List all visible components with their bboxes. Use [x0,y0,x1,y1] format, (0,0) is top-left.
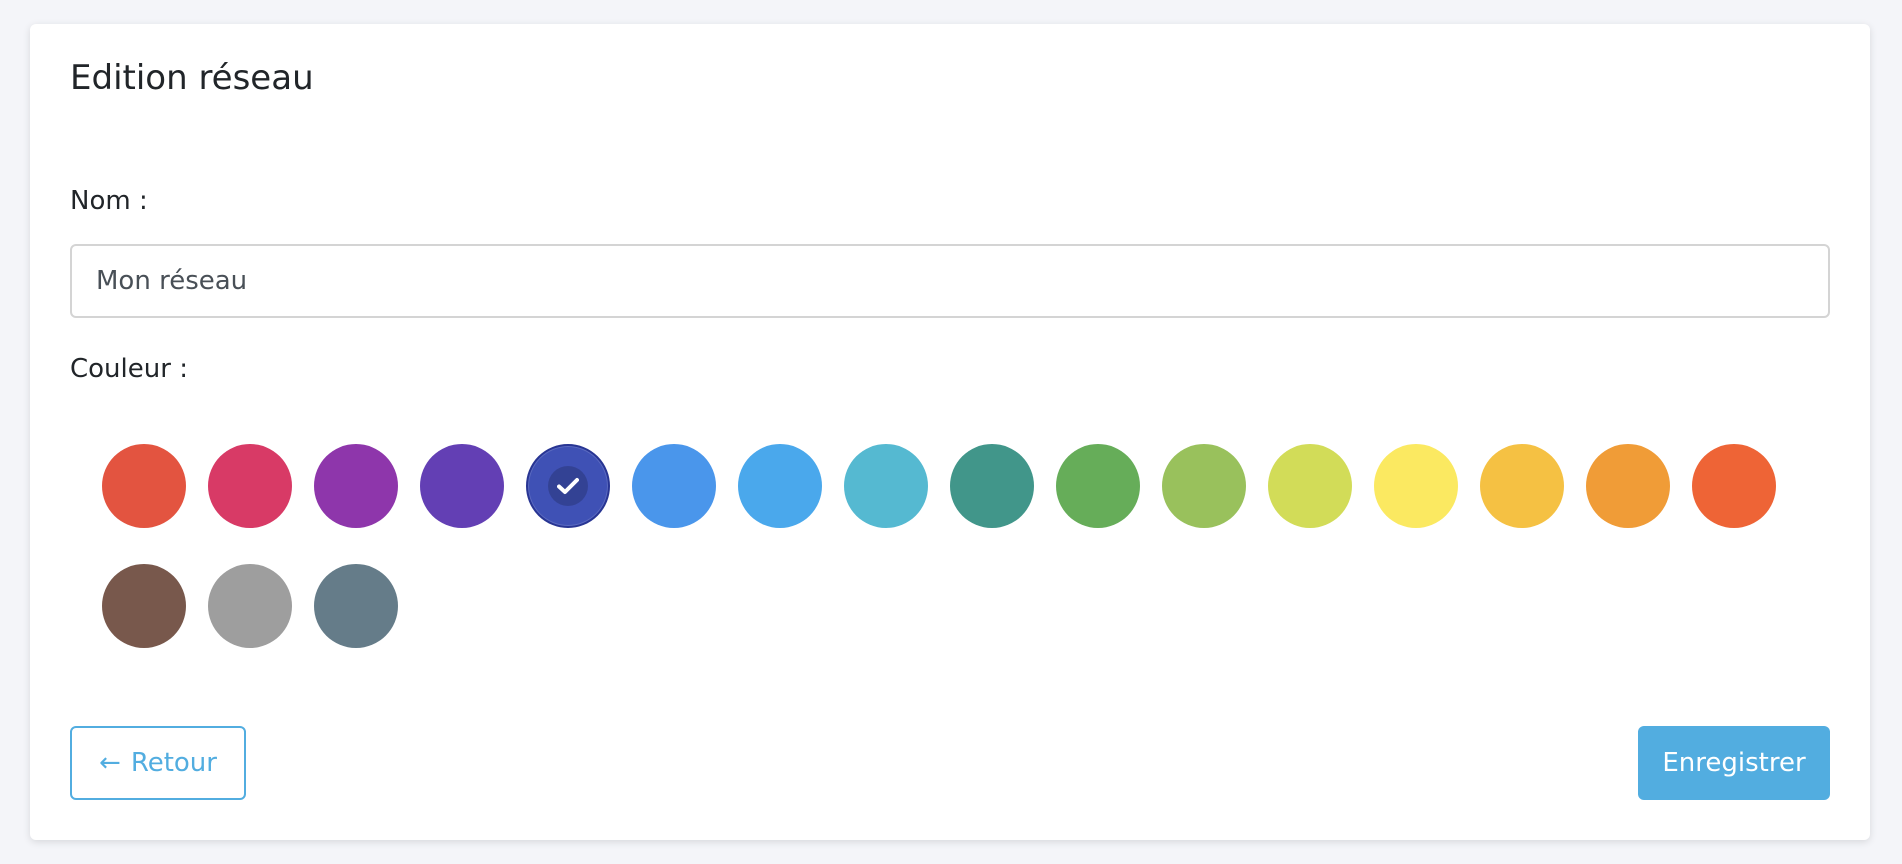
color-swatch-light-green[interactable] [1162,444,1246,528]
color-swatch-purple[interactable] [314,444,398,528]
color-swatch-yellow[interactable] [1374,444,1458,528]
color-swatch-blue[interactable] [632,444,716,528]
color-swatch-lime[interactable] [1268,444,1352,528]
check-icon [548,466,588,506]
color-swatch-green[interactable] [1056,444,1140,528]
color-swatch-blue-grey[interactable] [314,564,398,648]
color-swatch-deep-purple[interactable] [420,444,504,528]
color-swatch-deep-orange[interactable] [1692,444,1776,528]
color-label: Couleur : [70,354,188,384]
color-swatch-teal[interactable] [950,444,1034,528]
edit-network-card: Edition réseau Nom : Couleur : ← Retour … [30,24,1870,840]
arrow-left-icon: ← [99,748,121,778]
color-swatch-indigo[interactable] [526,444,610,528]
save-button[interactable]: Enregistrer [1638,726,1830,800]
page-title: Edition réseau [70,58,314,98]
back-button[interactable]: ← Retour [70,726,246,800]
name-label: Nom : [70,186,148,216]
color-swatch-pink[interactable] [208,444,292,528]
color-swatch-orange[interactable] [1586,444,1670,528]
back-button-label: Retour [130,748,217,778]
color-swatch-light-blue[interactable] [738,444,822,528]
color-swatch-red[interactable] [102,444,186,528]
color-swatch-amber[interactable] [1480,444,1564,528]
color-picker [102,444,1802,648]
color-swatch-cyan[interactable] [844,444,928,528]
name-input[interactable] [70,244,1830,318]
color-swatch-brown[interactable] [102,564,186,648]
color-swatch-grey[interactable] [208,564,292,648]
